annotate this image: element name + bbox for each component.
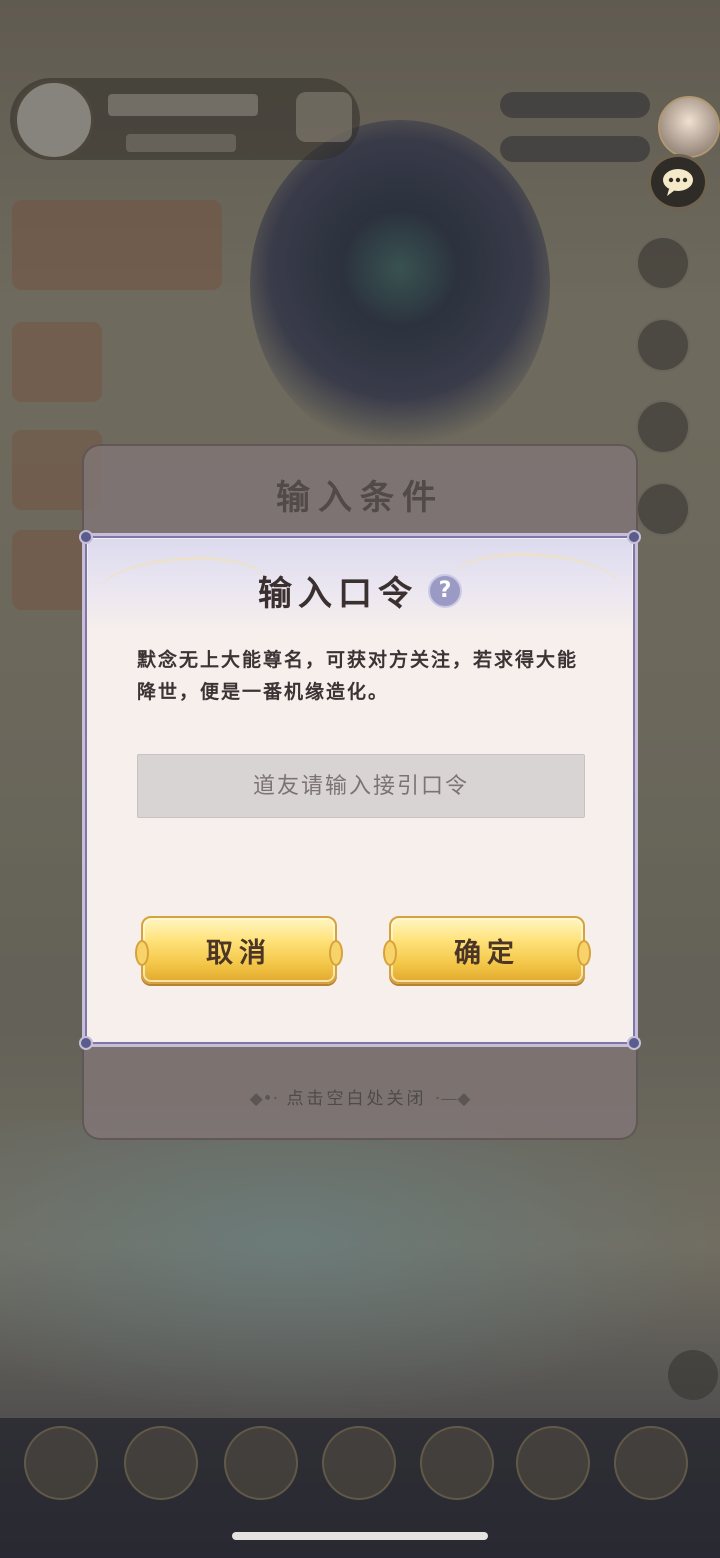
panel-title: 输入条件 <box>276 478 444 518</box>
chat-bubble-icon[interactable] <box>648 154 708 210</box>
confirm-button[interactable]: 确定 <box>383 916 591 984</box>
question-mark-icon[interactable]: ? <box>428 573 462 608</box>
hint-ornament-right: ·—◆ <box>434 1089 471 1109</box>
password-dialog: 输入口令 ? 默念无上大能尊名，可获对方关注，若求得大能降世，便是一番机缘造化。… <box>79 530 641 1050</box>
dialog-title: 输入口令 <box>258 574 418 614</box>
dialog-title-row: 输入口令 ? <box>85 566 635 615</box>
corner-ornament <box>79 530 93 544</box>
corner-ornament <box>627 1036 641 1050</box>
home-indicator[interactable] <box>232 1532 488 1540</box>
corner-ornament <box>79 1036 93 1050</box>
close-hint[interactable]: ◆•· 点击空白处关闭 ·—◆ <box>0 1084 720 1109</box>
cancel-button[interactable]: 取消 <box>135 916 343 984</box>
chat-bubble-glyph <box>663 169 693 196</box>
hint-ornament-left: ◆•· <box>249 1089 279 1109</box>
dialog-description: 默念无上大能尊名，可获对方关注，若求得大能降世，便是一番机缘造化。 <box>137 649 579 703</box>
close-hint-text: 点击空白处关闭 <box>286 1089 427 1109</box>
avatar[interactable] <box>658 96 720 158</box>
password-input[interactable] <box>137 754 585 818</box>
corner-ornament <box>627 530 641 544</box>
